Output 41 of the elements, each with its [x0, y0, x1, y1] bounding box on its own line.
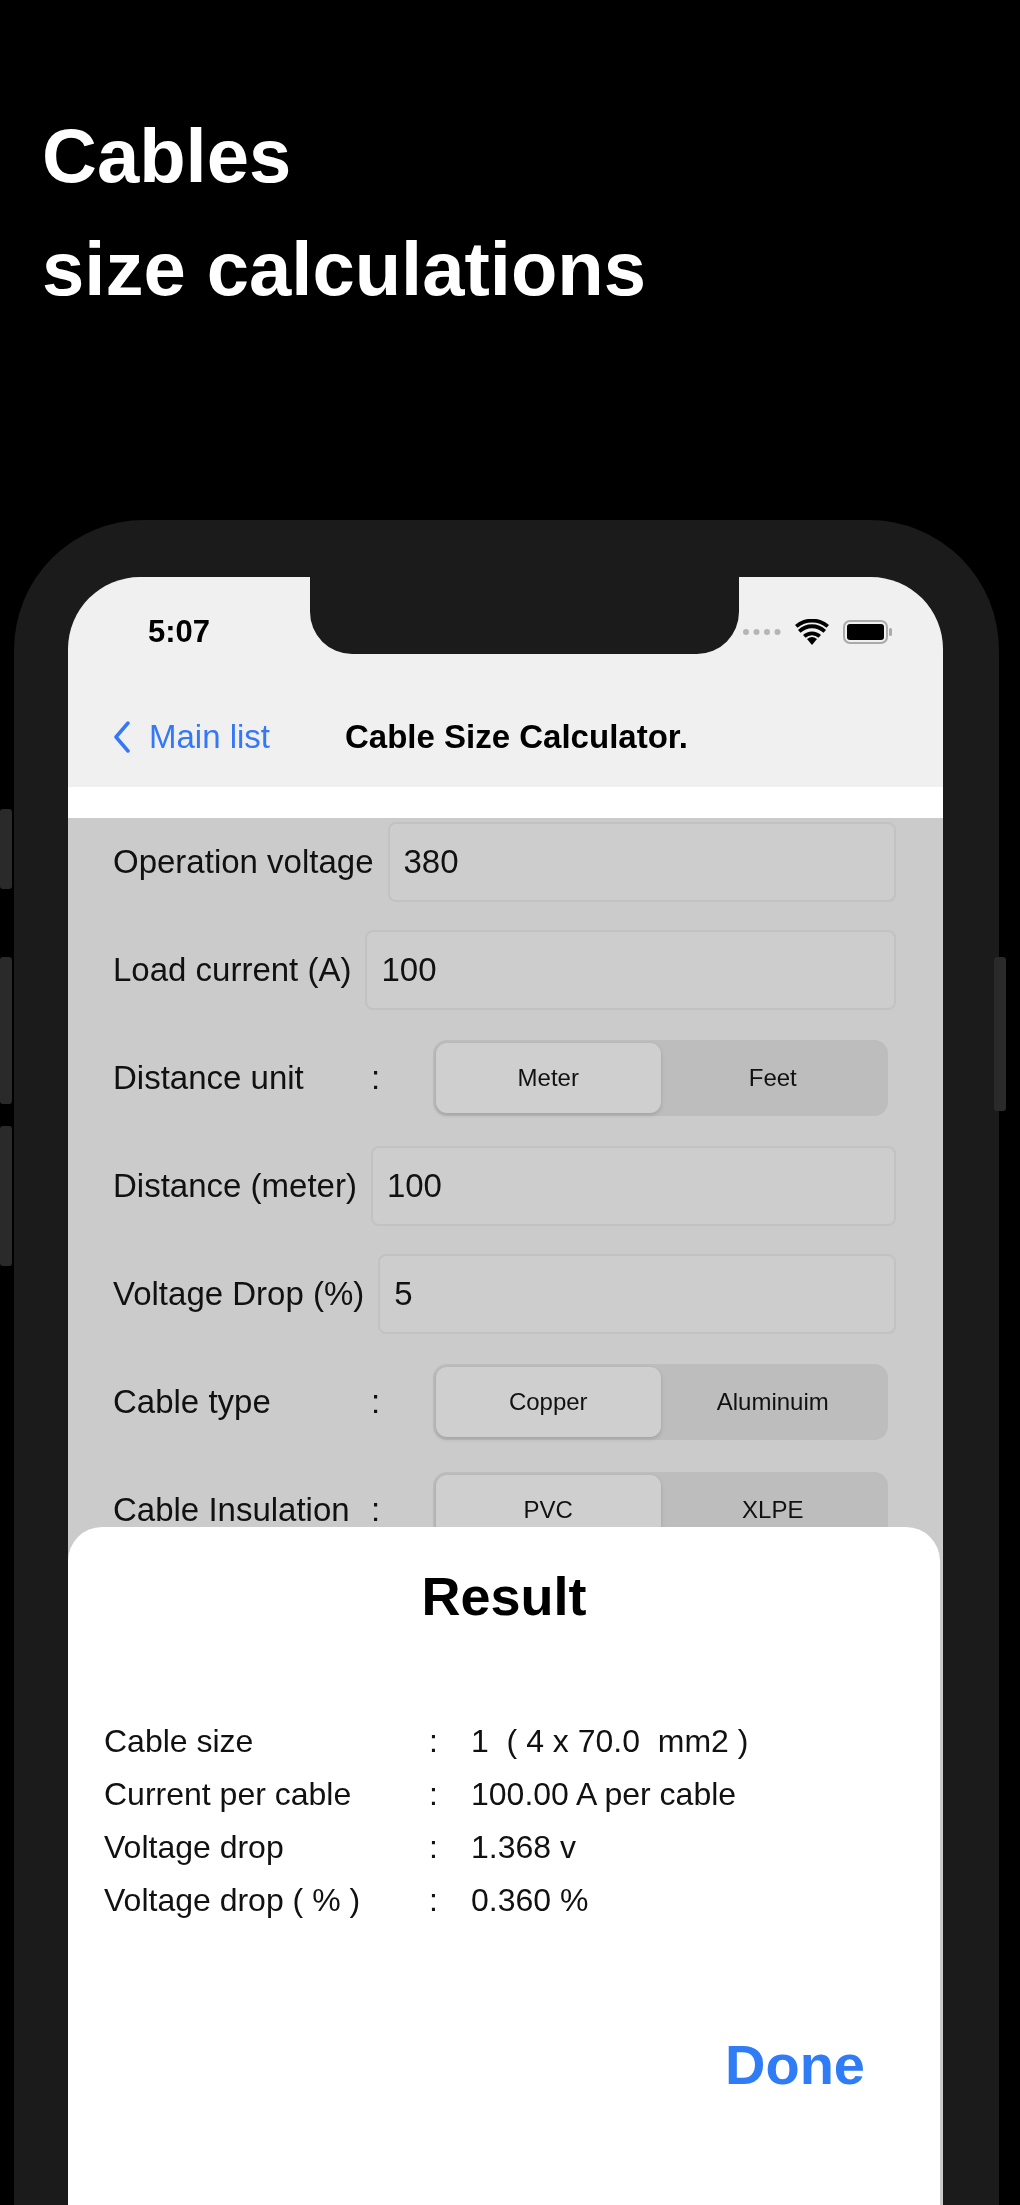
- result-label: Current per cable: [104, 1775, 353, 1814]
- segment-option[interactable]: Feet: [660, 1043, 885, 1113]
- separator: :: [371, 1383, 382, 1421]
- battery-icon: [843, 620, 893, 644]
- headline: size calculations: [42, 225, 648, 313]
- done-button[interactable]: Done: [725, 2032, 865, 2097]
- result-value: 100.00 A per cable: [471, 1775, 738, 1814]
- result-label: Voltage drop: [104, 1828, 285, 1867]
- field-label: Distance unit: [113, 1059, 305, 1097]
- field-label: Cable Insulation: [113, 1491, 351, 1529]
- field-label: Operation voltage: [113, 843, 374, 881]
- input-field[interactable]: 380: [387, 822, 896, 902]
- separator: :: [371, 1059, 382, 1097]
- status-time: 5:07: [148, 614, 211, 650]
- result-label: Cable size: [104, 1722, 255, 1761]
- headline: Cables: [42, 112, 293, 200]
- field-label: Voltage Drop (%): [113, 1275, 365, 1313]
- result-label: Voltage drop ( % ): [104, 1881, 362, 1920]
- separator: :: [429, 1828, 439, 1867]
- field-label: Cable type: [113, 1383, 272, 1421]
- result-value: 1 ( 4 x 70.0 mm2 ): [471, 1722, 749, 1761]
- segment-option[interactable]: Copper: [436, 1367, 661, 1437]
- back-button[interactable]: Main list: [113, 718, 271, 756]
- separator: :: [371, 1491, 382, 1529]
- field-label: Distance (meter): [113, 1167, 357, 1205]
- separator: :: [429, 1775, 439, 1814]
- wifi-icon: [795, 619, 829, 645]
- separator: :: [429, 1722, 439, 1761]
- field-label: Load current (A): [113, 951, 352, 989]
- input-field[interactable]: 100: [370, 1146, 896, 1226]
- result-title: Result: [421, 1565, 587, 1627]
- input-field[interactable]: 100: [365, 930, 896, 1010]
- separator: :: [429, 1881, 439, 1920]
- result-value: 1.368 v: [471, 1828, 577, 1867]
- screen-title: Cable Size Calculator.: [345, 718, 688, 756]
- result-value: 0.360 %: [471, 1881, 590, 1920]
- chevron-left-icon: [113, 721, 131, 753]
- segment-option[interactable]: Meter: [436, 1043, 661, 1113]
- segment-option[interactable]: Aluminuim: [660, 1367, 885, 1437]
- input-field[interactable]: 5: [378, 1254, 896, 1334]
- signal-icon: [743, 629, 781, 635]
